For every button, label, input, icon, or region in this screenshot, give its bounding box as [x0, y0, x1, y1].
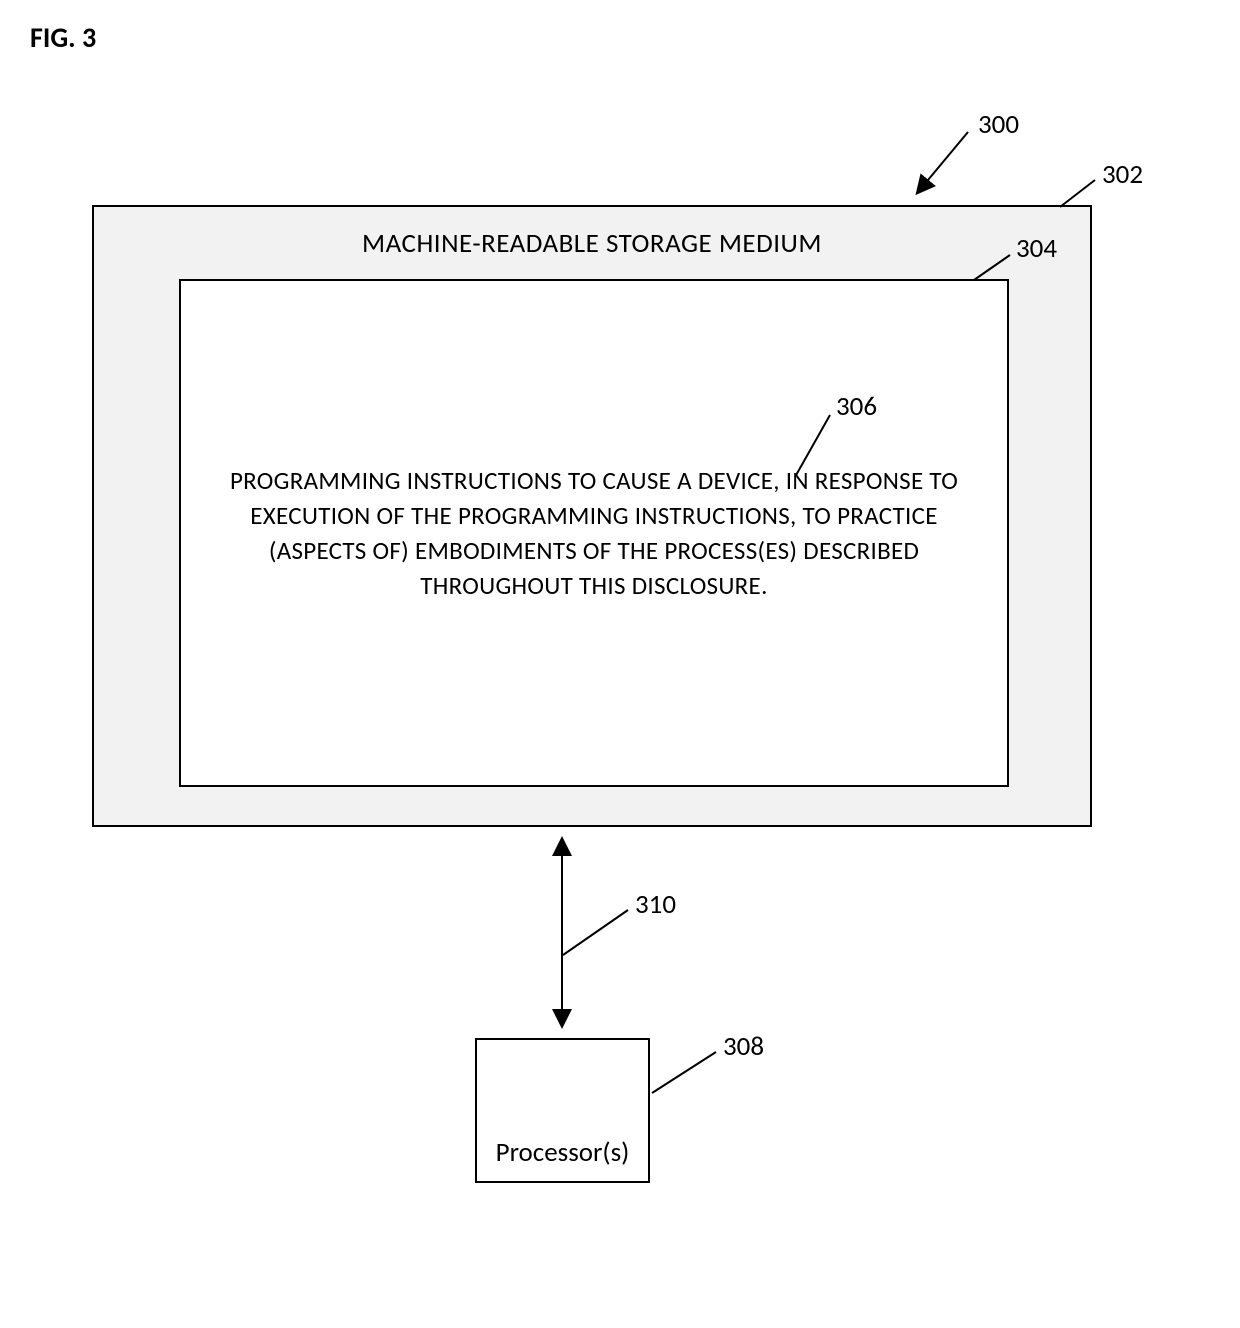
ref-300: 300 [978, 108, 1019, 141]
leader-310 [563, 910, 628, 955]
ref-310: 310 [635, 888, 676, 921]
storage-medium-title: MACHINE-READABLE STORAGE MEDIUM [94, 227, 1090, 260]
ref-308: 308 [723, 1030, 764, 1063]
instructions-box: PROGRAMMING INSTRUCTIONS TO CAUSE A DEVI… [179, 279, 1009, 787]
ref-306: 306 [836, 390, 877, 423]
leader-308 [652, 1052, 716, 1093]
ref-304: 304 [1016, 232, 1057, 265]
ref-302: 302 [1102, 158, 1143, 191]
processor-label: Processor(s) [496, 1136, 630, 1169]
processor-box: Processor(s) [475, 1038, 650, 1183]
storage-medium-box: MACHINE-READABLE STORAGE MEDIUM PROGRAMM… [92, 205, 1092, 827]
instructions-text: PROGRAMMING INSTRUCTIONS TO CAUSE A DEVI… [211, 463, 977, 603]
figure-label: FIG. 3 [30, 20, 96, 55]
leader-300 [918, 132, 968, 192]
leader-302 [1060, 180, 1095, 207]
